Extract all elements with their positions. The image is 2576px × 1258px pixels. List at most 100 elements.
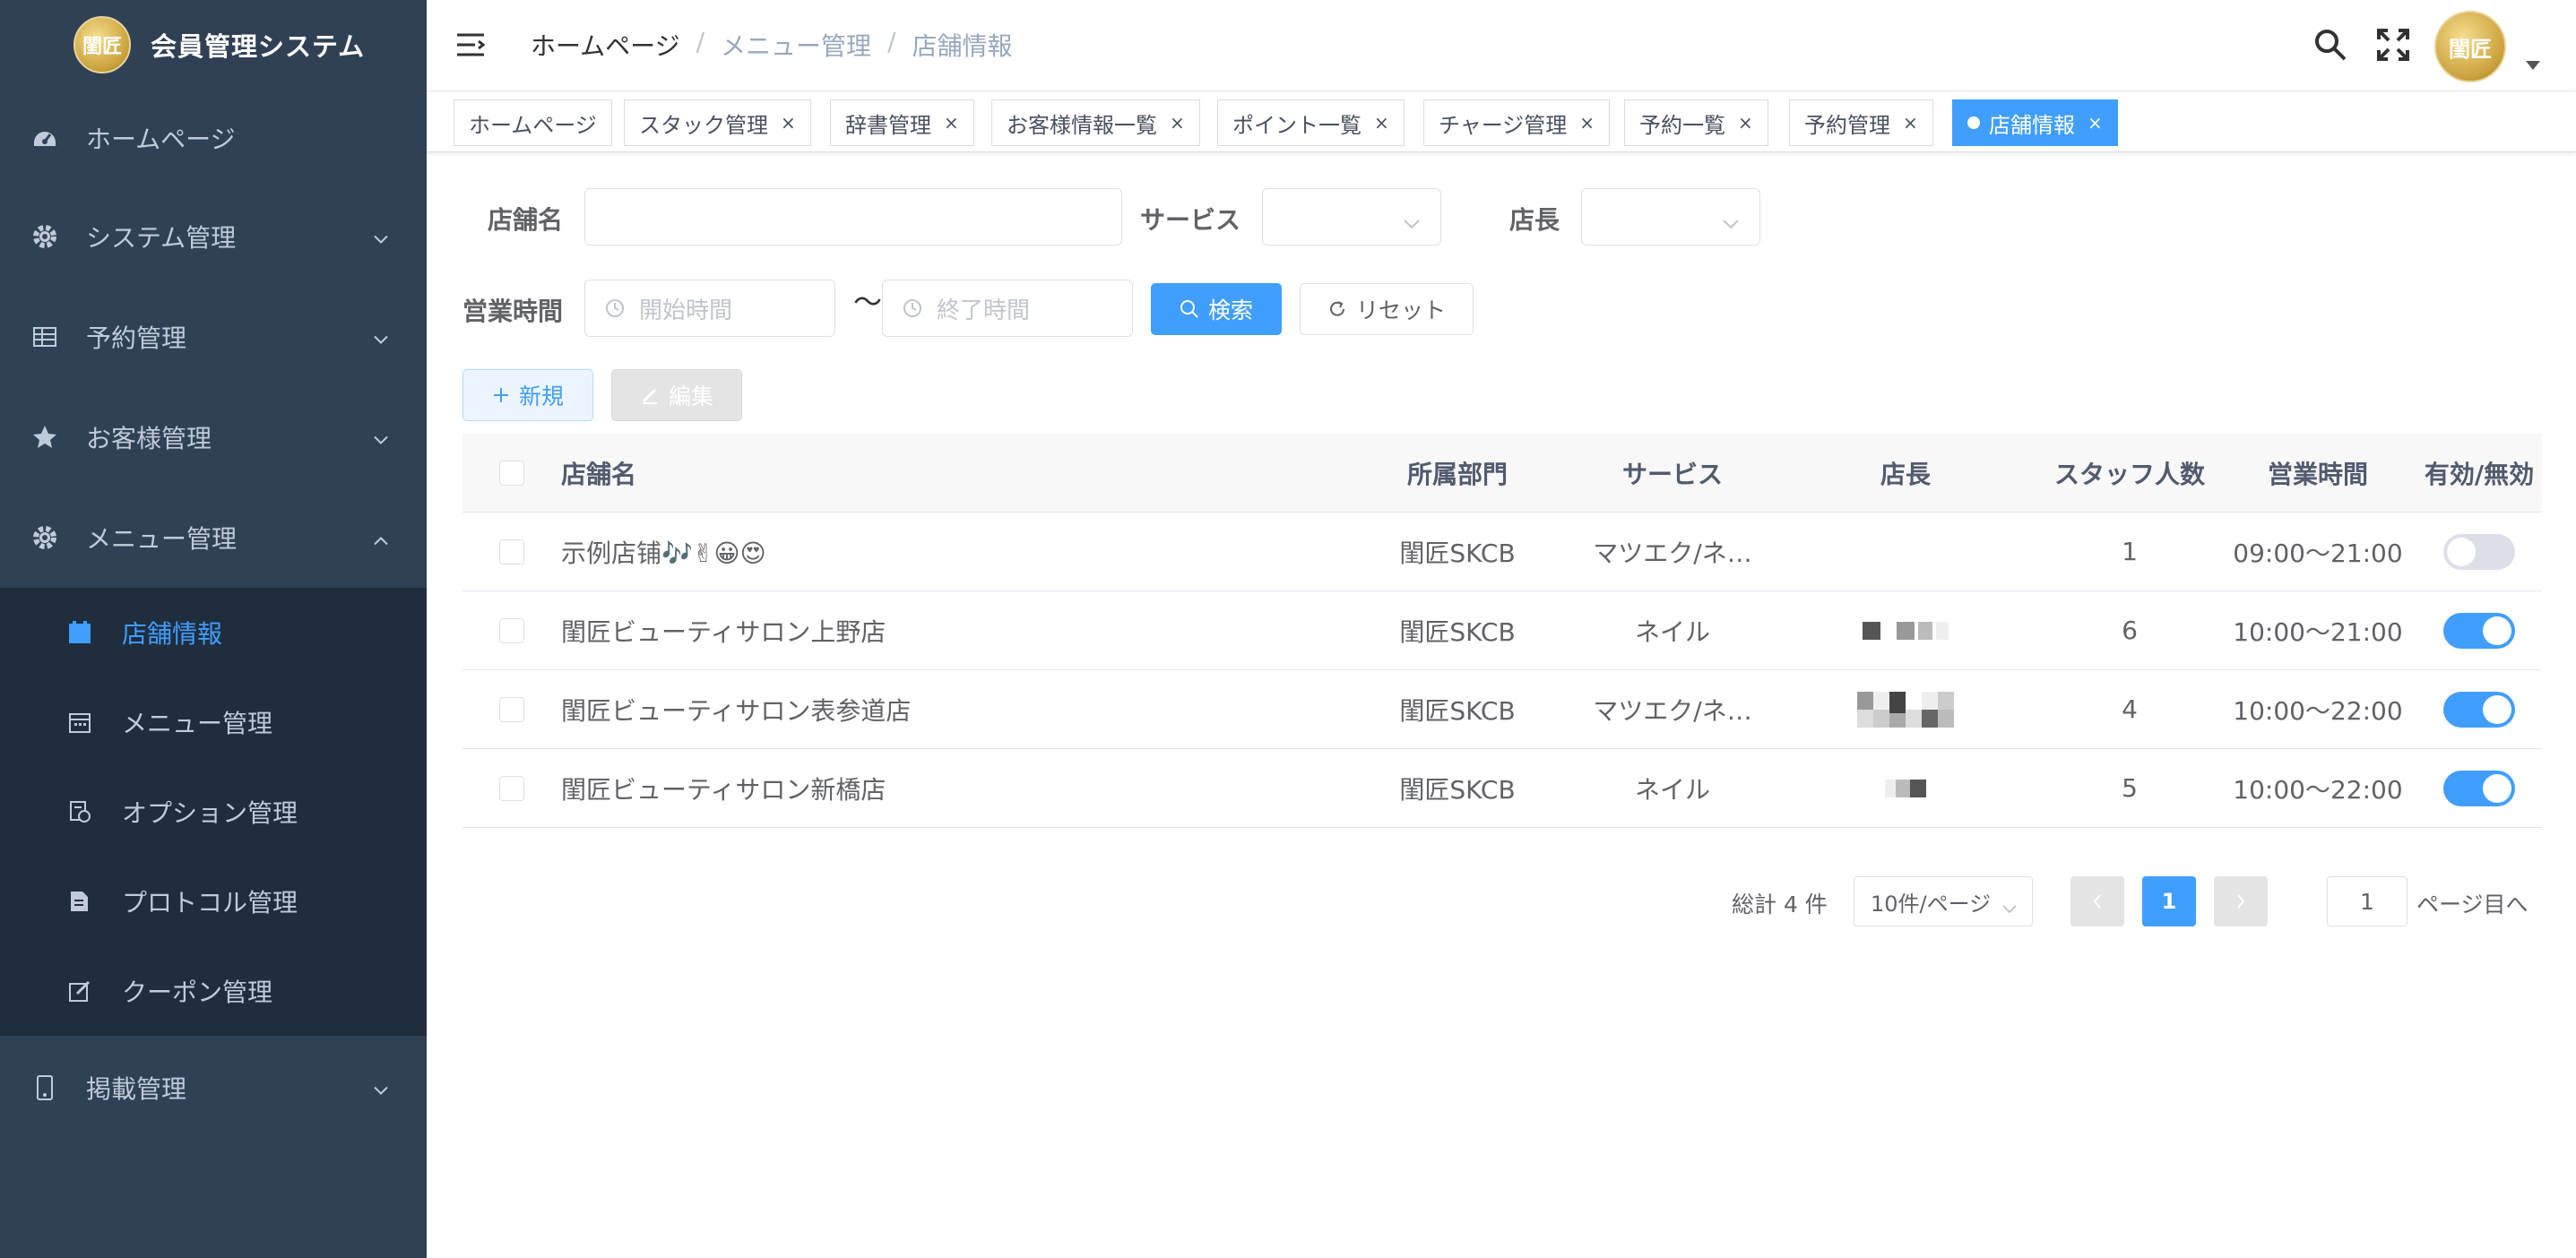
close-icon[interactable]: ×: [1170, 112, 1185, 134]
store-name-cell: 閨匠ビューティサロン新橋店: [561, 774, 886, 805]
service-cell: ネイル: [1634, 616, 1710, 647]
prev-page-button[interactable]: [2070, 876, 2124, 926]
chevron-down-icon: [1722, 211, 1740, 237]
fullscreen-icon[interactable]: [2375, 27, 2411, 63]
sidebar-item-label: ホームページ: [86, 125, 236, 154]
edit-button[interactable]: 編集: [611, 369, 742, 421]
close-icon[interactable]: ×: [781, 112, 796, 134]
sidebar-item-menu-list[interactable]: メニュー管理: [0, 677, 427, 767]
sidebar-item-label: 店舗情報: [122, 619, 223, 649]
sidebar-item-customer[interactable]: お客様管理: [0, 387, 427, 487]
service-select[interactable]: [1262, 188, 1441, 246]
sidebar-item-label: 掲載管理: [86, 1074, 187, 1104]
row-checkbox[interactable]: [499, 617, 524, 643]
chevron-down-icon: [373, 222, 389, 252]
store-name-input[interactable]: [584, 188, 1122, 246]
sidebar-item-publication[interactable]: 掲載管理: [0, 1036, 427, 1140]
tag-label: 予約管理: [1804, 112, 1890, 138]
hours-label: 営業時間: [462, 297, 564, 326]
start-time-input[interactable]: 開始時間: [584, 280, 835, 337]
breadcrumb-item[interactable]: ホームページ: [531, 27, 680, 63]
tag-reservation-list[interactable]: 予約一覧 ×: [1624, 99, 1768, 146]
end-time-input[interactable]: 終了時間: [882, 280, 1133, 337]
tag-reservation[interactable]: 予約管理 ×: [1789, 99, 1933, 146]
tag-label: ホームページ: [469, 112, 597, 138]
enabled-switch[interactable]: [2443, 533, 2515, 570]
page-number-current[interactable]: 1: [2142, 876, 2196, 926]
row-checkbox[interactable]: [499, 775, 524, 801]
sidebar-item-system[interactable]: システム管理: [0, 186, 427, 287]
sidebar-item-option[interactable]: オプション管理: [0, 767, 427, 857]
sidebar-item-coupon[interactable]: クーポン管理: [0, 946, 427, 1036]
tag-homepage[interactable]: ホームページ: [454, 99, 612, 146]
option-icon: [66, 798, 93, 825]
table-row[interactable]: 閨匠ビューティサロン新橋店 閨匠SKCB ネイル 5 10:00〜22:00: [462, 749, 2542, 828]
switch-knob: [2483, 694, 2511, 724]
close-icon[interactable]: ×: [1579, 112, 1595, 134]
redacted-manager-name: [1863, 613, 1949, 649]
enabled-switch[interactable]: [2443, 691, 2515, 728]
tag-label: お客様情報一覧: [1007, 112, 1157, 138]
hamburger-icon[interactable]: [455, 31, 486, 58]
column-header-manager: 店長: [1880, 459, 1931, 489]
row-checkbox[interactable]: [499, 539, 524, 564]
sidebar-item-menu[interactable]: メニュー管理: [0, 487, 427, 588]
tag-store-info[interactable]: 店舗情報 ×: [1952, 99, 2118, 146]
enabled-cell: [2416, 612, 2542, 649]
top-navbar: ホームページ / メニュー管理 / 店舗情報: [427, 0, 2576, 91]
staff-count-cell: 4: [2122, 694, 2138, 724]
manager-cell: [1771, 613, 2040, 649]
chevron-up-icon: [373, 523, 389, 553]
enabled-switch[interactable]: [2443, 612, 2515, 649]
plus-icon: [493, 388, 508, 402]
tag-points[interactable]: ポイント一覧 ×: [1217, 99, 1405, 146]
next-page-button[interactable]: [2214, 876, 2268, 926]
sidebar-item-reservation[interactable]: 予約管理: [0, 287, 427, 387]
service-cell: ネイル: [1634, 774, 1710, 805]
sidebar-item-label: オプション管理: [122, 798, 298, 828]
staff-count-cell: 6: [2122, 616, 2138, 645]
shop-icon: [66, 619, 93, 646]
close-icon[interactable]: ×: [1374, 112, 1389, 134]
column-header-service: サービス: [1621, 459, 1723, 489]
tag-charge[interactable]: チャージ管理 ×: [1423, 99, 1611, 146]
select-all-cell: [462, 460, 561, 486]
close-icon[interactable]: ×: [1903, 112, 1918, 134]
avatar[interactable]: 閨匠: [2434, 11, 2506, 82]
search-icon[interactable]: [2312, 27, 2348, 63]
sidebar-item-homepage[interactable]: ホームページ: [0, 90, 427, 186]
close-icon[interactable]: ×: [944, 112, 959, 134]
enabled-switch[interactable]: [2443, 770, 2515, 806]
close-icon[interactable]: ×: [1738, 112, 1753, 134]
sidebar-logo[interactable]: 閨匠 会員管理システム: [0, 0, 427, 90]
caret-down-icon[interactable]: [2526, 61, 2540, 70]
page-size-select[interactable]: 10件/ページ: [1854, 876, 2033, 926]
tag-stack[interactable]: スタック管理 ×: [624, 99, 811, 146]
new-button[interactable]: 新規: [462, 369, 593, 421]
row-checkbox[interactable]: [499, 696, 524, 722]
table-row[interactable]: 閨匠ビューティサロン表参道店 閨匠SKCB マツエク/ネ… 4 10:00〜22…: [462, 670, 2542, 749]
sidebar-item-protocol[interactable]: プロトコル管理: [0, 857, 427, 946]
select-all-checkbox[interactable]: [499, 460, 524, 486]
table-row[interactable]: 閨匠ビューティサロン上野店 閨匠SKCB ネイル 6 10:00〜21:00: [462, 591, 2542, 670]
close-icon[interactable]: ×: [2088, 112, 2103, 134]
chevron-down-icon: [373, 323, 389, 352]
tag-label: 予約一覧: [1639, 112, 1725, 138]
reset-button[interactable]: リセット: [1300, 283, 1474, 335]
reset-button-label: リセット: [1355, 297, 1446, 323]
table-header: 店舗名 所属部門 サービス 店長 スタッフ人数 営業時間 有効/無効: [462, 434, 2542, 513]
breadcrumb-item[interactable]: メニュー管理: [721, 27, 871, 63]
sidebar-item-store-info[interactable]: 店舗情報: [0, 588, 427, 677]
search-button[interactable]: 検索: [1151, 283, 1282, 335]
gear-icon: [30, 222, 59, 251]
table-row[interactable]: 示例店铺🎶✌😀😍 閨匠SKCB マツエク/ネ… 1 09:00〜21:00: [462, 513, 2542, 591]
page-jump-input[interactable]: 1: [2327, 876, 2407, 926]
store-name-cell: 示例店铺🎶✌😀😍: [561, 538, 766, 568]
tag-label: スタック管理: [639, 112, 768, 138]
tag-customer-list[interactable]: お客様情報一覧 ×: [991, 99, 1200, 146]
chevron-down-icon: [1403, 211, 1421, 237]
tag-dictionary[interactable]: 辞書管理 ×: [830, 99, 974, 146]
department-cell: 閨匠SKCB: [1399, 695, 1516, 726]
column-header-hours: 営業時間: [2267, 459, 2368, 489]
manager-select[interactable]: [1581, 188, 1760, 246]
